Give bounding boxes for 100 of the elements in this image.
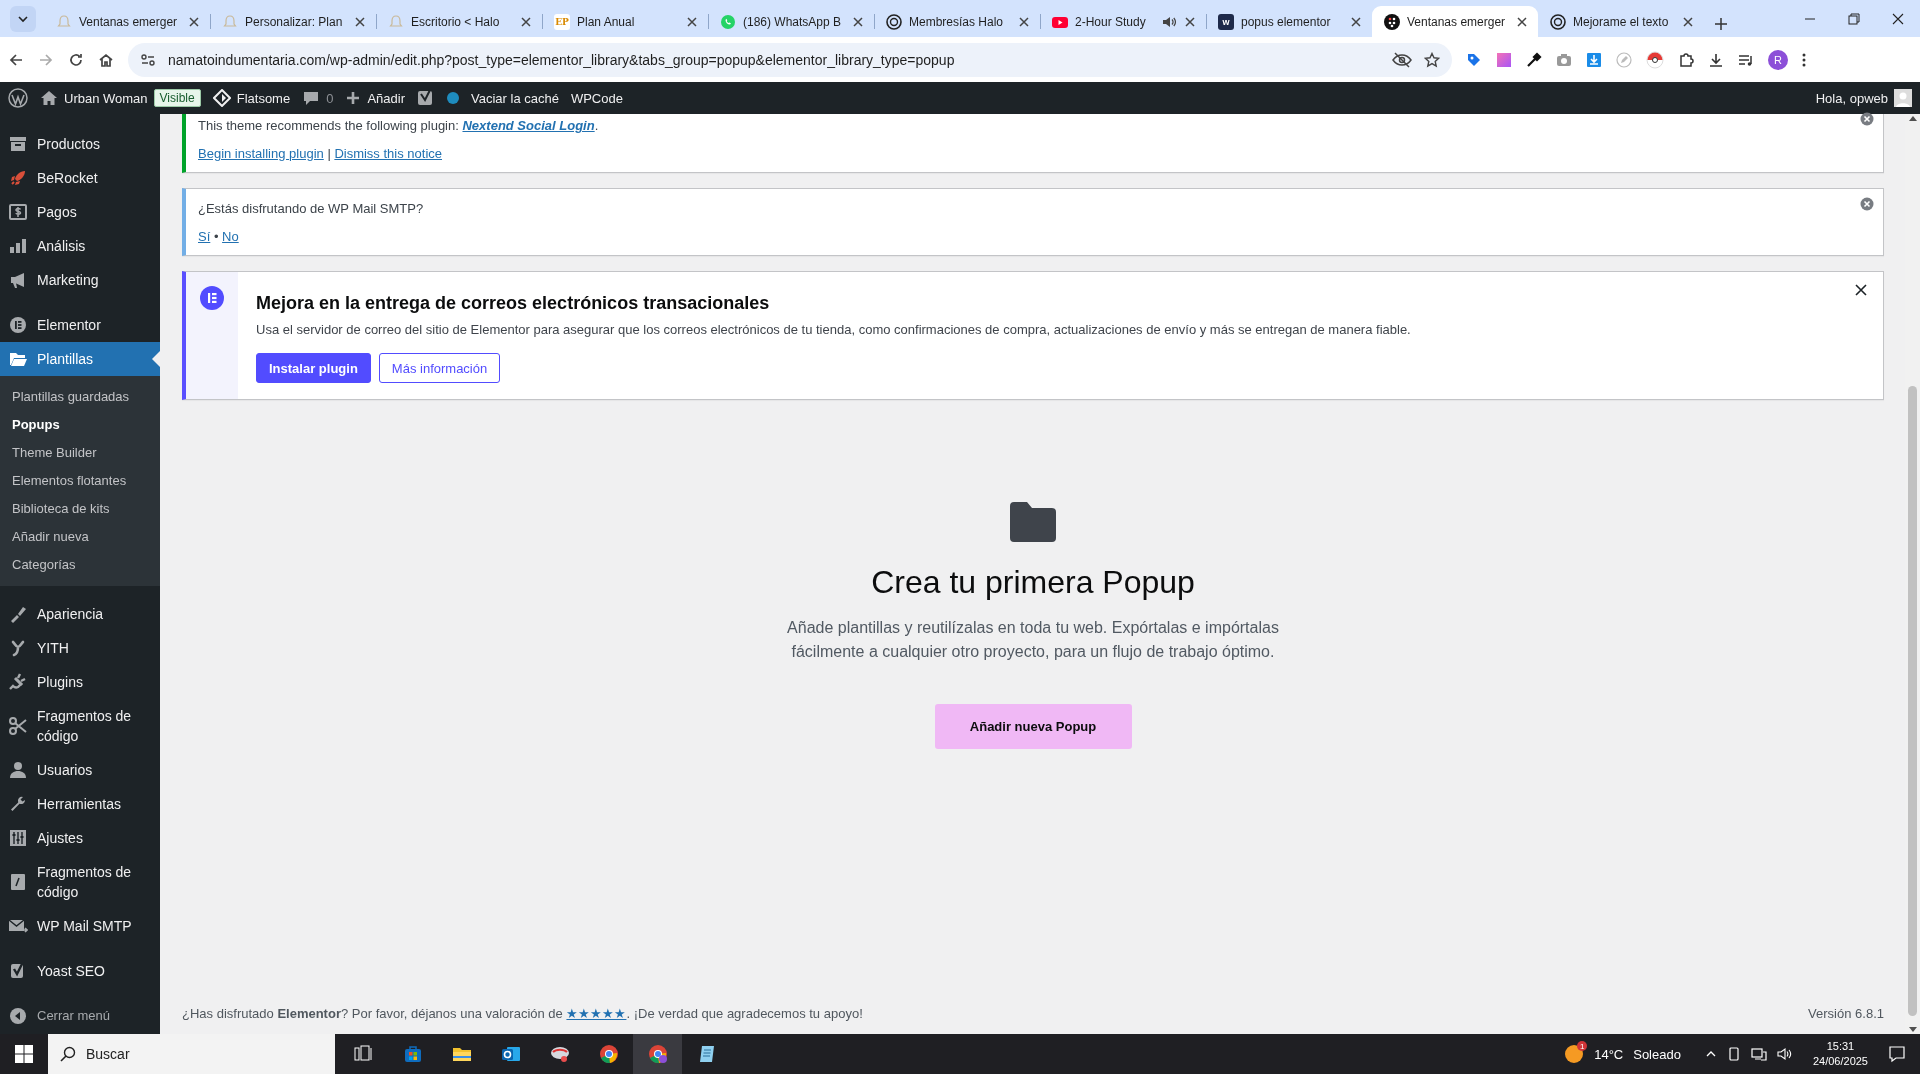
- camera-icon[interactable]: [1556, 51, 1572, 68]
- download-box-icon[interactable]: [1586, 51, 1602, 68]
- download-icon[interactable]: [1708, 51, 1724, 68]
- start-icon[interactable]: [15, 1045, 33, 1063]
- seo-logo-icon[interactable]: [417, 89, 435, 107]
- reload-icon[interactable]: [68, 51, 84, 68]
- close-icon[interactable]: [1183, 14, 1197, 29]
- volume-icon[interactable]: [1776, 1047, 1793, 1061]
- notice-link[interactable]: Sí: [198, 228, 211, 244]
- menu-item[interactable]: Apariencia: [0, 597, 160, 631]
- home-icon[interactable]: [40, 89, 58, 107]
- ball-icon[interactable]: [1646, 50, 1664, 69]
- sun-icon[interactable]: [1564, 1044, 1585, 1064]
- tag-icon[interactable]: [1466, 51, 1482, 68]
- more-icon[interactable]: [1802, 51, 1806, 68]
- scrollbar-thumb[interactable]: [1908, 386, 1917, 1016]
- comment-icon[interactable]: [302, 89, 321, 107]
- browser-tab[interactable]: Membresías Halo: [874, 6, 1040, 37]
- close-icon[interactable]: [1681, 14, 1695, 29]
- account-link[interactable]: Hola, opweb: [1815, 90, 1888, 106]
- close-icon[interactable]: [519, 14, 533, 29]
- disc-icon[interactable]: [549, 1044, 570, 1064]
- mail-app-icon[interactable]: [500, 1044, 521, 1064]
- menu-item[interactable]: Marketing: [0, 263, 160, 297]
- menu-item[interactable]: Plantillas: [0, 342, 160, 376]
- gradient-square-icon[interactable]: [1496, 51, 1512, 68]
- close-icon[interactable]: [1349, 14, 1363, 29]
- eyedropper-icon[interactable]: [1526, 51, 1542, 68]
- back-icon[interactable]: [8, 51, 24, 68]
- plugin-link[interactable]: Nextend Social Login: [462, 118, 595, 133]
- menu-item[interactable]: Productos: [0, 127, 160, 161]
- browser-tab[interactable]: Escritorio < Halo: [376, 6, 542, 37]
- browser-icon[interactable]: [647, 1044, 668, 1064]
- submenu-item[interactable]: Popups: [0, 411, 160, 439]
- close-icon[interactable]: [851, 14, 865, 29]
- comment-count[interactable]: 0: [326, 90, 334, 106]
- close-icon[interactable]: [187, 14, 201, 29]
- menu-item[interactable]: Yoast SEO: [0, 954, 160, 988]
- plus-icon[interactable]: [1714, 17, 1728, 31]
- close-icon[interactable]: [685, 14, 699, 29]
- store-icon[interactable]: [402, 1044, 423, 1064]
- code-link[interactable]: WPCode: [570, 90, 623, 106]
- site-name-link[interactable]: Urban Woman: [64, 90, 148, 106]
- add-new-link[interactable]: Añadir: [367, 90, 405, 106]
- plus-icon[interactable]: [345, 90, 362, 106]
- browser-tab[interactable]: (186) WhatsApp B: [708, 6, 874, 37]
- star-icon[interactable]: [1424, 51, 1440, 68]
- submenu-item[interactable]: Añadir nueva: [0, 523, 160, 551]
- rating-link[interactable]: ★★★★★: [566, 1006, 627, 1021]
- browser-tab[interactable]: EP Plan Anual: [542, 6, 708, 37]
- address-bar[interactable]: namatoindumentaria.com/wp-admin/edit.php?post_type=elementor_library&tabs_group=popup&elementor_library_type=popup: [128, 42, 1452, 77]
- puzzle-icon[interactable]: [1678, 51, 1694, 68]
- submenu-item[interactable]: Biblioteca de kits: [0, 495, 160, 523]
- submenu-item[interactable]: Categorías: [0, 551, 160, 579]
- add-popup-button[interactable]: Añadir nueva Popup: [934, 704, 1132, 749]
- dismiss-icon[interactable]: [1860, 112, 1874, 126]
- home-icon[interactable]: [98, 51, 114, 68]
- menu-item[interactable]: Análisis: [0, 229, 160, 263]
- menu-item[interactable]: Fragmentos de código: [0, 855, 160, 909]
- menu-item[interactable]: Herramientas: [0, 787, 160, 821]
- menu-item[interactable]: Elementor: [0, 308, 160, 342]
- close-icon[interactable]: [1017, 14, 1031, 29]
- tab-search-button[interactable]: [10, 6, 36, 32]
- close-icon[interactable]: [353, 14, 367, 29]
- menu-item[interactable]: Plugins: [0, 665, 160, 699]
- notifications-icon[interactable]: [1888, 1045, 1906, 1063]
- browser-tab[interactable]: Personalizar: Plan: [210, 6, 376, 37]
- logo-icon[interactable]: [8, 88, 28, 108]
- info-button[interactable]: Más información: [378, 353, 501, 383]
- menu-item[interactable]: Fragmentos de código: [0, 699, 160, 753]
- browser-tab[interactable]: Ventanas emerger: [1372, 6, 1538, 37]
- menu-item[interactable]: YITH: [0, 631, 160, 665]
- task-view-icon[interactable]: [353, 1044, 374, 1064]
- profile-avatar[interactable]: R: [1768, 49, 1788, 70]
- notice-link[interactable]: No: [222, 228, 239, 244]
- install-button[interactable]: Instalar plugin: [256, 353, 371, 383]
- search-field[interactable]: Buscar: [48, 1034, 335, 1074]
- clear-cache-link[interactable]: Vaciar la caché: [471, 90, 559, 106]
- submenu-item[interactable]: Plantillas guardadas: [0, 383, 160, 411]
- tablet-icon[interactable]: [1726, 1047, 1741, 1061]
- submenu-item[interactable]: Theme Builder: [0, 439, 160, 467]
- collapse-menu-button[interactable]: Cerrar menú: [0, 999, 160, 1033]
- close-icon[interactable]: [1515, 14, 1529, 29]
- site-info-icon[interactable]: [140, 51, 156, 68]
- notice-link[interactable]: Begin installing plugin: [198, 145, 324, 161]
- browser-tab[interactable]: 2-Hour Study: [1040, 6, 1206, 37]
- browser-icon[interactable]: [598, 1044, 619, 1064]
- close-icon[interactable]: [1855, 284, 1867, 296]
- notice-link[interactable]: Dismiss this notice: [334, 145, 442, 161]
- clock-date[interactable]: 24/06/2025: [1812, 1054, 1868, 1069]
- submenu-item[interactable]: Elementos flotantes: [0, 467, 160, 495]
- browser-tab[interactable]: Mejorame el texto: [1538, 6, 1704, 37]
- network-icon[interactable]: [1750, 1047, 1767, 1061]
- menu-item[interactable]: BeRocket: [0, 161, 160, 195]
- menu-item[interactable]: Ajustes: [0, 821, 160, 855]
- theme-link[interactable]: Flatsome: [236, 90, 291, 106]
- menu-item[interactable]: Pagos: [0, 195, 160, 229]
- browser-tab[interactable]: Ventanas emerger: [44, 6, 210, 37]
- clock-time[interactable]: 15:31: [1826, 1039, 1855, 1054]
- diamond-icon[interactable]: [212, 89, 231, 107]
